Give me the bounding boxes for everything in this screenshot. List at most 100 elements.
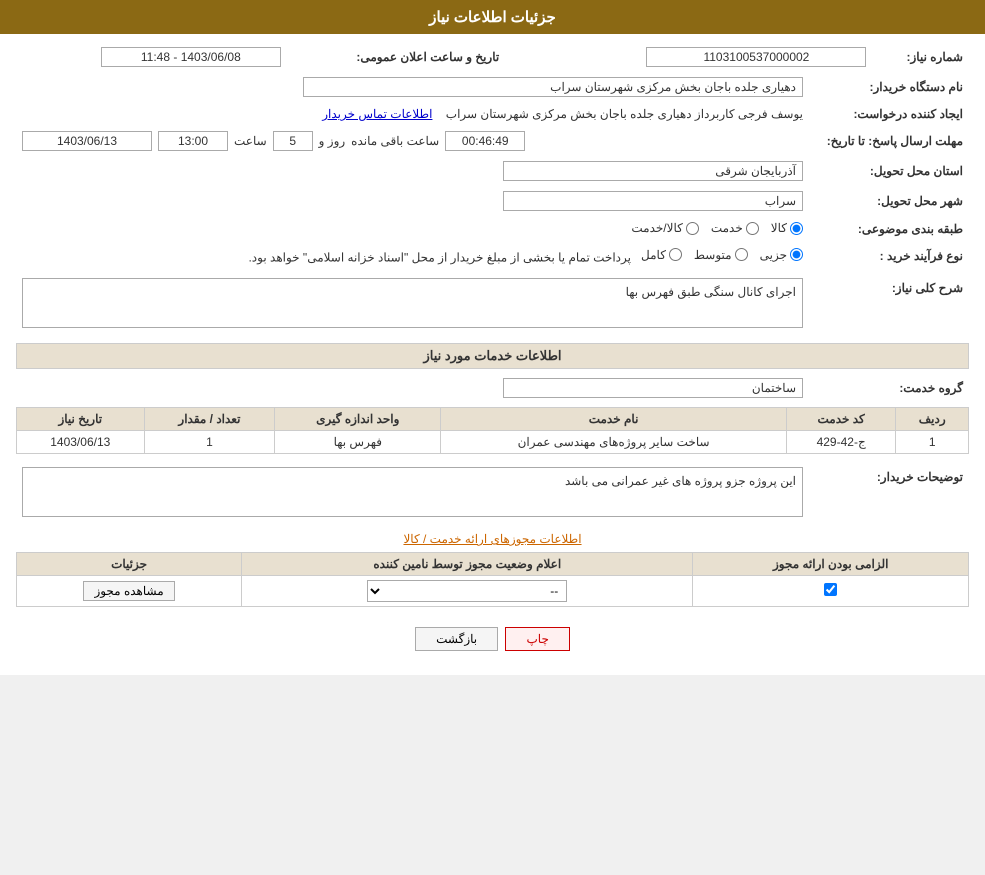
service-group-table: گروه خدمت: ساختمان <box>16 375 969 401</box>
need-desc-table: شرح کلی نیاز: اجرای کانال سنگی طبق فهرس … <box>16 271 969 335</box>
purchase-type-radio-3[interactable] <box>669 248 682 261</box>
city-value: سراب <box>16 188 809 214</box>
services-section-header: اطلاعات خدمات مورد نیاز <box>16 343 969 369</box>
col-qty: تعداد / مقدار <box>144 408 275 431</box>
row-name: ساخت سایر پروژه‌های مهندسی عمران <box>441 431 787 454</box>
row-qty: 1 <box>144 431 275 454</box>
page-header: جزئیات اطلاعات نیاز <box>0 0 985 34</box>
purchase-type-option-3-label: کامل <box>641 248 666 262</box>
permits-table: الزامی بودن ارائه مجوز اعلام وضعیت مجوز … <box>16 552 969 607</box>
show-permit-button[interactable]: مشاهده مجوز <box>83 581 174 601</box>
col-unit: واحد اندازه گیری <box>275 408 441 431</box>
row-code: ج-42-429 <box>786 431 895 454</box>
need-number-label: شماره نیاز: <box>872 44 969 70</box>
need-number-field: 1103100537000002 <box>646 47 866 67</box>
status-cell: -- <box>242 576 693 607</box>
purchase-type-radio-group: کامل متوسط جزیی <box>641 248 803 262</box>
category-radio-1[interactable] <box>790 222 803 235</box>
list-item: -- مشاهده مجوز <box>17 576 969 607</box>
creator-value: یوسف فرجی کاربرداز دهیاری جلده باجان بخش… <box>16 104 809 124</box>
permits-section-link[interactable]: اطلاعات مجوزهای ارائه خدمت / کالا <box>403 532 581 546</box>
deadline-row: 00:46:49 ساعت باقی مانده روز و 5 ساعت 13… <box>16 128 809 154</box>
purchase-type-option-3[interactable]: کامل <box>641 248 682 262</box>
category-option-3[interactable]: کالا/خدمت <box>631 221 698 235</box>
table-row: 1 ج-42-429 ساخت سایر پروژه‌های مهندسی عم… <box>17 431 969 454</box>
basic-info-table: شماره نیاز: 1103100537000002 تاریخ و ساع… <box>16 44 969 70</box>
col-details: جزئیات <box>17 553 242 576</box>
category-option-1-label: کالا <box>771 221 787 235</box>
category-table: طبقه بندی موضوعی: کالا/خدمت خدمت کالا <box>16 218 969 241</box>
purchase-type-option-2-label: متوسط <box>694 248 732 262</box>
deadline-inline: 00:46:49 ساعت باقی مانده روز و 5 ساعت 13… <box>22 131 803 151</box>
print-button[interactable]: چاپ <box>505 627 569 651</box>
need-desc-label: شرح کلی نیاز: <box>809 271 969 335</box>
category-radio-2[interactable] <box>746 222 759 235</box>
category-option-2[interactable]: خدمت <box>711 221 759 235</box>
page-wrapper: جزئیات اطلاعات نیاز شماره نیاز: 11031005… <box>0 0 985 675</box>
footer-buttons: چاپ بازگشت <box>16 613 969 665</box>
purchase-type-label: نوع فرآیند خرید : <box>809 245 969 268</box>
service-group-label: گروه خدمت: <box>809 375 969 401</box>
announce-datetime-field: 1403/06/08 - 11:48 <box>101 47 281 67</box>
purchase-type-table: نوع فرآیند خرید : کامل متوسط جزیی <box>16 245 969 268</box>
col-code: کد خدمت <box>786 408 895 431</box>
province-label: استان محل تحویل: <box>809 158 969 184</box>
purchase-type-value: کامل متوسط جزیی پرداخت تمام ی <box>16 245 809 268</box>
page-title: جزئیات اطلاعات نیاز <box>429 9 556 26</box>
main-content: شماره نیاز: 1103100537000002 تاریخ و ساع… <box>0 34 985 675</box>
col-status: اعلام وضعیت مجوز توسط نامین کننده <box>242 553 693 576</box>
mandatory-checkbox[interactable] <box>824 583 837 596</box>
province-table: استان محل تحویل: آذربایجان شرقی <box>16 158 969 184</box>
need-desc-text: اجرای کانال سنگی طبق فهرس بها <box>626 285 796 299</box>
purchase-type-option-2[interactable]: متوسط <box>694 248 748 262</box>
col-row: ردیف <box>896 408 969 431</box>
days-value: 5 <box>273 131 313 151</box>
city-field: سراب <box>503 191 803 211</box>
col-name: نام خدمت <box>441 408 787 431</box>
remaining-label: ساعت باقی مانده <box>351 134 439 148</box>
buyer-notes-field: این پروژه جزو پروژه های غیر عمرانی می با… <box>22 467 803 517</box>
announce-datetime-label: تاریخ و ساعت اعلان عمومی: <box>287 44 505 70</box>
buyer-notes-value: این پروژه جزو پروژه های غیر عمرانی می با… <box>16 460 809 524</box>
province-value: آذربایجان شرقی <box>16 158 809 184</box>
contact-link[interactable]: اطلاعات تماس خریدار <box>322 107 432 121</box>
category-label: طبقه بندی موضوعی: <box>809 218 969 241</box>
need-number-value: 1103100537000002 <box>545 44 872 70</box>
category-radio-3[interactable] <box>686 222 699 235</box>
purchase-type-note: پرداخت تمام یا بخشی از مبلغ خریدار از مح… <box>248 250 631 264</box>
service-group-value: ساختمان <box>16 375 809 401</box>
days-label: روز و <box>319 134 346 148</box>
purchase-type-radio-2[interactable] <box>735 248 748 261</box>
service-group-field: ساختمان <box>503 378 803 398</box>
province-field: آذربایجان شرقی <box>503 161 803 181</box>
back-button[interactable]: بازگشت <box>415 627 498 651</box>
purchase-type-radio-1[interactable] <box>790 248 803 261</box>
buyer-org-value: دهیاری جلده باجان بخش مرکزی شهرستان سراب <box>16 74 809 100</box>
creator-name: یوسف فرجی کاربرداز دهیاری جلده باجان بخش… <box>446 107 803 121</box>
mandatory-cell <box>693 576 969 607</box>
buyer-org-field: دهیاری جلده باجان بخش مرکزی شهرستان سراب <box>303 77 803 97</box>
buyer-org-table: نام دستگاه خریدار: دهیاری جلده باجان بخش… <box>16 74 969 100</box>
deadline-table: مهلت ارسال پاسخ: تا تاریخ: 00:46:49 ساعت… <box>16 128 969 154</box>
category-option-1[interactable]: کالا <box>771 221 803 235</box>
response-date: 1403/06/13 <box>22 131 152 151</box>
remaining-time: 00:46:49 <box>445 131 525 151</box>
row-date: 1403/06/13 <box>17 431 145 454</box>
purchase-type-option-1-label: جزیی <box>760 248 787 262</box>
response-deadline-label: مهلت ارسال پاسخ: تا تاریخ: <box>809 128 969 154</box>
buyer-notes-label: توضیحات خریدار: <box>809 460 969 524</box>
status-select[interactable]: -- <box>367 580 567 602</box>
creator-table: ایجاد کننده درخواست: یوسف فرجی کاربرداز … <box>16 104 969 124</box>
row-number: 1 <box>896 431 969 454</box>
time-label: ساعت <box>234 134 267 148</box>
category-option-2-label: خدمت <box>711 221 743 235</box>
buyer-org-label: نام دستگاه خریدار: <box>809 74 969 100</box>
purchase-type-option-1[interactable]: جزیی <box>760 248 803 262</box>
creator-label: ایجاد کننده درخواست: <box>809 104 969 124</box>
need-desc-field: اجرای کانال سنگی طبق فهرس بها <box>22 278 803 328</box>
buyer-notes-text: این پروژه جزو پروژه های غیر عمرانی می با… <box>565 474 796 488</box>
category-option-3-label: کالا/خدمت <box>631 221 682 235</box>
details-cell: مشاهده مجوز <box>17 576 242 607</box>
city-table: شهر محل تحویل: سراب <box>16 188 969 214</box>
row-unit: فهرس بها <box>275 431 441 454</box>
